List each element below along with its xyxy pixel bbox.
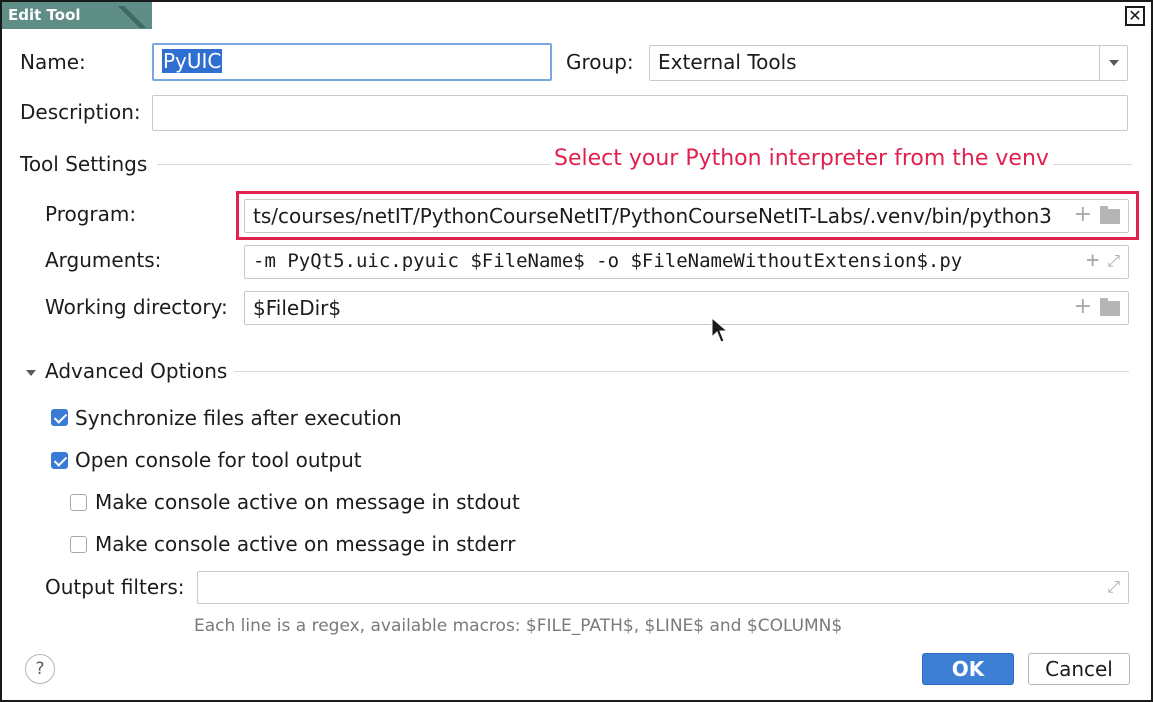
arguments-label: Arguments:	[45, 248, 162, 272]
description-label: Description:	[20, 100, 141, 124]
group-dropdown-button[interactable]	[1099, 46, 1127, 80]
stderr-checkbox[interactable]	[70, 536, 87, 553]
advanced-divider	[234, 371, 1129, 372]
stdout-checkbox[interactable]	[70, 494, 87, 511]
group-value: External Tools	[658, 50, 797, 74]
name-value: PyUIC	[162, 49, 223, 73]
arguments-input[interactable]: -m PyQt5.uic.pyuic $FileName$ -o $FileNa…	[244, 245, 1129, 279]
name-input[interactable]: PyUIC	[152, 43, 552, 81]
insert-macro-icon[interactable]: +	[1086, 250, 1099, 272]
expand-icon[interactable]: ⤢	[1107, 251, 1120, 271]
output-filters-input[interactable]: ⤢	[197, 571, 1129, 604]
arguments-value: -m PyQt5.uic.pyuic $FileName$ -o $FileNa…	[253, 250, 963, 272]
close-icon: ✕	[1128, 6, 1142, 25]
insert-macro-icon[interactable]: +	[1074, 204, 1092, 226]
group-label: Group:	[566, 50, 634, 74]
sync-checkbox[interactable]	[51, 409, 68, 426]
insert-macro-icon[interactable]: +	[1074, 296, 1092, 318]
advanced-options-title[interactable]: Advanced Options	[45, 359, 227, 383]
tool-settings-title: Tool Settings	[20, 152, 148, 176]
sync-label[interactable]: Synchronize files after execution	[75, 406, 402, 430]
help-button[interactable]: ?	[25, 654, 55, 684]
program-value: ts/courses/netIT/PythonCourseNetIT/Pytho…	[253, 204, 1052, 228]
title-decoration	[110, 6, 154, 28]
output-filters-hint: Each line is a regex, available macros: …	[194, 616, 843, 636]
open-console-label[interactable]: Open console for tool output	[75, 448, 362, 472]
program-label: Program:	[45, 202, 137, 226]
description-input[interactable]	[152, 95, 1128, 131]
folder-icon[interactable]	[1100, 297, 1120, 316]
close-button[interactable]: ✕	[1125, 6, 1145, 26]
folder-icon[interactable]	[1100, 205, 1120, 224]
annotation-text: Select your Python interpreter from the …	[550, 146, 1053, 171]
stderr-label[interactable]: Make console active on message in stderr	[95, 532, 515, 556]
workdir-input[interactable]: $FileDir$ +	[244, 291, 1129, 325]
help-icon: ?	[35, 659, 45, 679]
title-bar[interactable]: Edit Tool ✕	[2, 2, 1151, 29]
workdir-value: $FileDir$	[253, 296, 342, 320]
edit-tool-dialog: Edit Tool ✕ Name: PyUIC Group: External …	[0, 0, 1153, 702]
cancel-button[interactable]: Cancel	[1028, 653, 1130, 685]
stdout-label[interactable]: Make console active on message in stdout	[95, 490, 520, 514]
ok-button[interactable]: OK	[922, 653, 1014, 685]
output-filters-label: Output filters:	[45, 575, 185, 599]
collapse-triangle-icon[interactable]	[26, 370, 36, 376]
name-label: Name:	[20, 50, 86, 74]
open-console-checkbox[interactable]	[51, 452, 68, 469]
mouse-cursor-icon	[711, 317, 729, 343]
program-input[interactable]: ts/courses/netIT/PythonCourseNetIT/Pytho…	[244, 199, 1129, 233]
chevron-down-icon	[1108, 60, 1119, 66]
expand-icon[interactable]: ⤢	[1107, 577, 1120, 597]
workdir-label: Working directory:	[45, 295, 228, 319]
group-select[interactable]: External Tools	[649, 45, 1128, 81]
